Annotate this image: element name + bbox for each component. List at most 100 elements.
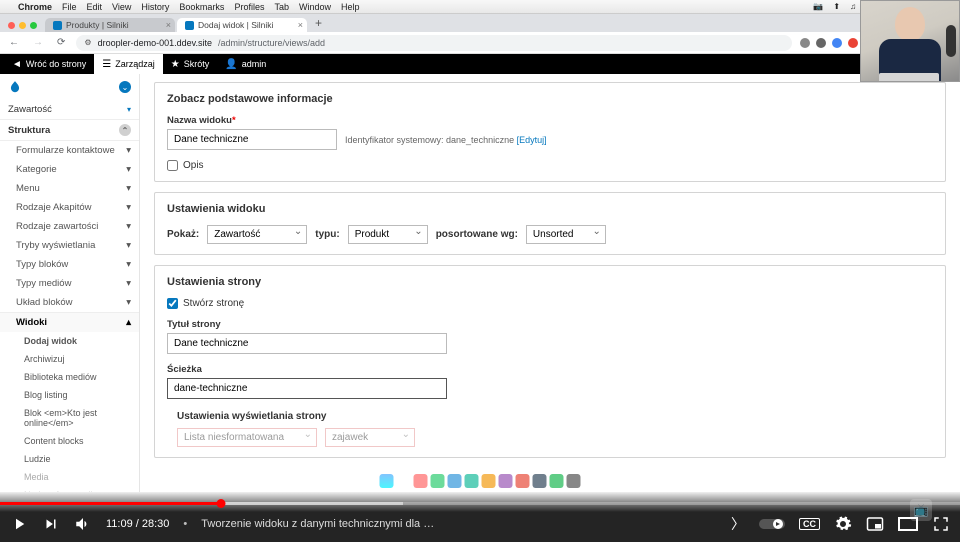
menu-window[interactable]: Window <box>299 2 331 12</box>
site-info-icon[interactable]: ⚙ <box>84 38 91 47</box>
view-name-input[interactable] <box>167 129 337 150</box>
browser-tab-2[interactable]: Dodaj widok | Silniki × <box>177 18 307 32</box>
toolbar-shortcuts[interactable]: ★Skróty <box>163 54 217 74</box>
edit-machine-name-link[interactable]: [Edytuj] <box>517 135 547 145</box>
autoplay-toggle[interactable] <box>759 517 785 531</box>
collapse-icon[interactable]: ⌃ <box>119 124 131 136</box>
mac-menubar: Chrome File Edit View History Bookmarks … <box>0 0 960 14</box>
sidebar-sub-item[interactable]: Układ bloków▾ <box>0 293 139 312</box>
new-tab-button[interactable]: + <box>309 16 328 32</box>
toolbar-manage[interactable]: ☰Zarządzaj <box>94 54 162 74</box>
forward-button[interactable]: → <box>30 37 46 48</box>
sidebar-sub-item[interactable]: Typy bloków▾ <box>0 255 139 274</box>
menu-edit[interactable]: Edit <box>87 2 103 12</box>
miniplayer-button[interactable] <box>866 515 884 533</box>
fullscreen-button[interactable] <box>932 515 950 533</box>
volume-button[interactable] <box>74 515 92 533</box>
sidebar-sub-item[interactable]: Content blocks <box>0 432 139 450</box>
settings-button[interactable] <box>834 515 852 533</box>
menu-file[interactable]: File <box>62 2 77 12</box>
sidebar-sub-item[interactable]: Archiwizuj <box>0 350 139 368</box>
page-title-input[interactable] <box>167 333 447 354</box>
ext-icon[interactable] <box>848 38 858 48</box>
scrubber-knob[interactable] <box>216 499 225 508</box>
close-icon[interactable]: × <box>298 20 303 30</box>
window-controls[interactable] <box>6 22 43 32</box>
panel-title: Ustawienia widoku <box>167 203 933 215</box>
admin-sidebar: ⌄ Zawartość▾ Struktura⌃ Formularze konta… <box>0 74 140 492</box>
chevron-down-icon[interactable]: ⌄ <box>119 81 131 93</box>
menu-help[interactable]: Help <box>341 2 360 12</box>
next-button[interactable] <box>42 515 60 533</box>
star-icon: ★ <box>171 59 180 70</box>
description-checkbox[interactable] <box>167 160 178 171</box>
play-button[interactable] <box>10 515 28 533</box>
tab-label: Dodaj widok | Silniki <box>198 20 273 30</box>
url-host: droopler-demo-001.ddev.site <box>98 38 212 48</box>
sidebar-item-structure[interactable]: Struktura⌃ <box>0 119 139 141</box>
sidebar-sub-item[interactable]: Biblioteka mediów <box>0 368 139 386</box>
create-page-checkbox[interactable] <box>167 298 178 309</box>
sidebar-item-views[interactable]: Widoki▴ <box>0 312 139 332</box>
video-player: 📺 11:09 / 28:30 • Tworzenie widoku z dan… <box>0 492 960 542</box>
chevron-up-icon: ▴ <box>126 317 131 328</box>
show-select[interactable]: Zawartość <box>207 225 307 244</box>
video-title: Tworzenie widoku z danymi technicznymi d… <box>201 518 717 530</box>
type-select[interactable]: Produkt <box>348 225 428 244</box>
sidebar-sub-item[interactable]: Typy mediów▾ <box>0 274 139 293</box>
admin-toolbar: ◄Wróć do strony ☰Zarządzaj ★Skróty 👤admi… <box>0 54 960 74</box>
macos-dock[interactable] <box>376 472 585 490</box>
menu-bookmarks[interactable]: Bookmarks <box>179 2 224 12</box>
path-input[interactable] <box>167 378 447 399</box>
sidebar-item-content[interactable]: Zawartość▾ <box>0 100 139 119</box>
sidebar-sub-item[interactable]: Menu▾ <box>0 179 139 198</box>
sorted-label: posortowane wg: <box>436 229 518 240</box>
progress-bar[interactable]: 📺 <box>0 502 960 505</box>
main-content: Zobacz podstawowe informacje Nazwa widok… <box>140 74 960 492</box>
ext-icon[interactable] <box>832 38 842 48</box>
menu-tab[interactable]: Tab <box>274 2 289 12</box>
sidebar-sub-item[interactable]: Tryby wyświetlania▾ <box>0 236 139 255</box>
sidebar-sub-item[interactable]: Rodzaje Akapitów▾ <box>0 198 139 217</box>
sidebar-sub-item[interactable]: Rodzaje zawartości▾ <box>0 217 139 236</box>
chevron-down-icon: ▾ <box>126 221 131 232</box>
path-label: Ścieżka <box>167 364 933 375</box>
menu-view[interactable]: View <box>112 2 131 12</box>
sidebar-sub-item[interactable]: Blog listing <box>0 386 139 404</box>
back-arrow-icon: ◄ <box>12 59 22 70</box>
reload-button[interactable]: ⟳ <box>54 37 68 48</box>
browser-tab-1[interactable]: Produkty | Silniki × <box>45 18 175 32</box>
sidebar-logo[interactable]: ⌄ <box>0 74 139 100</box>
time-display: 11:09 / 28:30 <box>106 518 169 530</box>
menu-chrome[interactable]: Chrome <box>18 2 52 12</box>
close-icon[interactable]: × <box>166 20 171 30</box>
user-icon: 👤 <box>225 59 237 70</box>
menu-profiles[interactable]: Profiles <box>234 2 264 12</box>
display-format-select[interactable]: Lista niesformatowana <box>177 428 317 447</box>
browser-chrome: Produkty | Silniki × Dodaj widok | Silnik… <box>0 14 960 54</box>
sidebar-sub-item[interactable]: Kategorie▾ <box>0 160 139 179</box>
sidebar-sub-item[interactable]: Media <box>0 468 139 486</box>
sidebar-item-add-view[interactable]: Dodaj widok <box>0 332 139 350</box>
panel-basic-info: Zobacz podstawowe informacje Nazwa widok… <box>154 82 946 182</box>
sidebar-sub-item[interactable]: Ludzie <box>0 450 139 468</box>
chapter-icon[interactable]: 📺 <box>910 499 932 521</box>
menu-history[interactable]: History <box>141 2 169 12</box>
back-button[interactable]: ← <box>6 37 22 48</box>
tab-bar: Produkty | Silniki × Dodaj widok | Silnik… <box>0 14 960 32</box>
address-bar[interactable]: ⚙ droopler-demo-001.ddev.site/admin/stru… <box>76 35 792 51</box>
ext-icon[interactable] <box>816 38 826 48</box>
chevron-down-icon: ▾ <box>126 297 131 308</box>
toolbar-back[interactable]: ◄Wróć do strony <box>4 54 94 74</box>
panel-title: Ustawienia strony <box>167 276 933 288</box>
toolbar-user[interactable]: 👤admin <box>217 54 274 74</box>
display-of-select[interactable]: zajawek <box>325 428 415 447</box>
ext-icon[interactable] <box>800 38 810 48</box>
sorted-select[interactable]: Unsorted <box>526 225 606 244</box>
sidebar-sub-item[interactable]: Formularze kontaktowe▾ <box>0 141 139 160</box>
captions-button[interactable]: CC <box>799 518 820 530</box>
sidebar-sub-item[interactable]: Blok <em>Kto jest online</em> <box>0 404 139 432</box>
chapter-next-icon[interactable]: 〉 <box>731 514 745 534</box>
tab-label: Produkty | Silniki <box>66 20 129 30</box>
create-page-label: Stwórz stronę <box>183 298 244 309</box>
